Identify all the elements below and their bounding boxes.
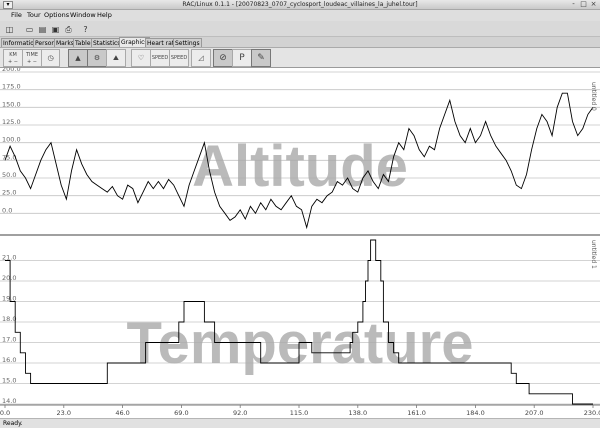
pause-button[interactable]: P	[232, 49, 252, 67]
x-tick-label: 207.0	[525, 409, 544, 417]
speed-button[interactable]: SPEED	[150, 49, 170, 67]
open-folder-icon[interactable]: ▤	[37, 24, 48, 35]
menu-tour[interactable]: Tour	[27, 10, 41, 21]
window-titlebar: ▾ RAC/Linux 0.1.1 - [20070823_0707_cyclo…	[0, 0, 600, 10]
menu-help[interactable]: Help	[97, 10, 112, 21]
clock-icon[interactable]: ◷	[41, 49, 60, 67]
menu-bar: File Tour Options Window Help	[0, 10, 600, 21]
km-label: KM	[9, 52, 17, 58]
y-tick-label: 50.0	[2, 171, 16, 179]
x-tick-label: 161.0	[407, 409, 426, 417]
y-tick-label: 18.0	[2, 315, 16, 323]
slope-icon[interactable]: ◿	[191, 49, 211, 67]
y-tick-label: 16.0	[2, 356, 16, 364]
km-axis-button[interactable]: KM + −	[3, 49, 23, 67]
y-tick-label: 100.0	[2, 136, 21, 144]
x-tick-label: 46.0	[115, 409, 129, 417]
x-tick-label: 23.0	[57, 409, 71, 417]
altitude-icon[interactable]: ▲	[68, 49, 88, 67]
time-label: TIME	[25, 52, 38, 58]
temperature-series-label: untitled 1	[590, 240, 597, 269]
bike-icon[interactable]: ⚙	[87, 49, 107, 67]
y-tick-label: 0.0	[2, 206, 12, 214]
menu-window[interactable]: Window	[70, 10, 96, 21]
speed-average-button[interactable]: SPEED	[169, 49, 189, 67]
graph-toolbar: KM + − TIME + − ◷ ▲ ⚙ ⛰ ♡ SPEED SPEED ◿ …	[0, 47, 600, 68]
heart-icon[interactable]: ♡	[131, 49, 151, 67]
y-tick-label: 150.0	[2, 100, 21, 108]
menu-options[interactable]: Options	[44, 10, 69, 21]
new-window-icon[interactable]: ◫	[3, 24, 16, 35]
maximize-icon[interactable]: □	[579, 1, 588, 9]
y-tick-label: 175.0	[2, 83, 21, 91]
help-icon[interactable]: ?	[80, 24, 91, 35]
status-bar: Ready.	[0, 418, 600, 428]
x-tick-label: 184.0	[466, 409, 485, 417]
compass-icon[interactable]: ⊘	[213, 49, 233, 67]
altitude-series-label: untitled 0	[590, 82, 597, 111]
menu-file[interactable]: File	[11, 10, 22, 21]
new-document-icon[interactable]: ▭	[24, 24, 35, 35]
tab-statistics[interactable]: Statistics	[91, 38, 123, 47]
main-toolbar: ◫ ▭ ▤ ▣ ⎙ ?	[0, 21, 600, 37]
time-zoom-label: + −	[27, 59, 37, 65]
x-tick-label: 138.0	[348, 409, 367, 417]
minimize-icon[interactable]: -	[569, 1, 578, 9]
y-tick-label: 15.0	[2, 377, 16, 385]
altitude-watermark: Altitude	[192, 134, 408, 199]
x-tick-label: 0.0	[0, 409, 10, 417]
pen-icon[interactable]: ✎	[251, 49, 271, 67]
tab-settings[interactable]: Settings	[173, 38, 202, 47]
print-icon[interactable]: ⎙	[63, 24, 74, 35]
time-axis-button[interactable]: TIME + −	[22, 49, 42, 67]
y-tick-label: 14.0	[2, 397, 16, 405]
km-zoom-label: + −	[8, 59, 18, 65]
graph-svg[interactable]: 0.025.050.075.0100.0125.0150.0175.0200.0…	[0, 68, 600, 418]
y-tick-label: 200.0	[2, 68, 21, 73]
x-tick-label: 92.0	[233, 409, 247, 417]
x-tick-label: 230.0	[584, 409, 600, 417]
close-icon[interactable]: ×	[589, 1, 598, 9]
tab-bar: Information Person Marks Table Statistic…	[0, 37, 600, 47]
x-tick-label: 115.0	[290, 409, 309, 417]
tab-table[interactable]: Table	[73, 38, 93, 47]
graph-area: 0.0 25.0 50.0 75.0 100.0 125.0 150.0 175.0 200.0…	[0, 68, 600, 418]
y-tick-label: 125.0	[2, 118, 21, 126]
y-tick-label: 25.0	[2, 189, 16, 197]
x-tick-label: 69.0	[174, 409, 188, 417]
temperature-watermark: Temperature	[126, 311, 473, 376]
save-icon[interactable]: ▣	[50, 24, 61, 35]
y-tick-label: 20.0	[2, 274, 16, 282]
y-tick-label: 17.0	[2, 336, 16, 344]
window-title: RAC/Linux 0.1.1 - [20070823_0707_cyclosp…	[182, 1, 418, 8]
climb-icon[interactable]: ⛰	[106, 49, 126, 67]
